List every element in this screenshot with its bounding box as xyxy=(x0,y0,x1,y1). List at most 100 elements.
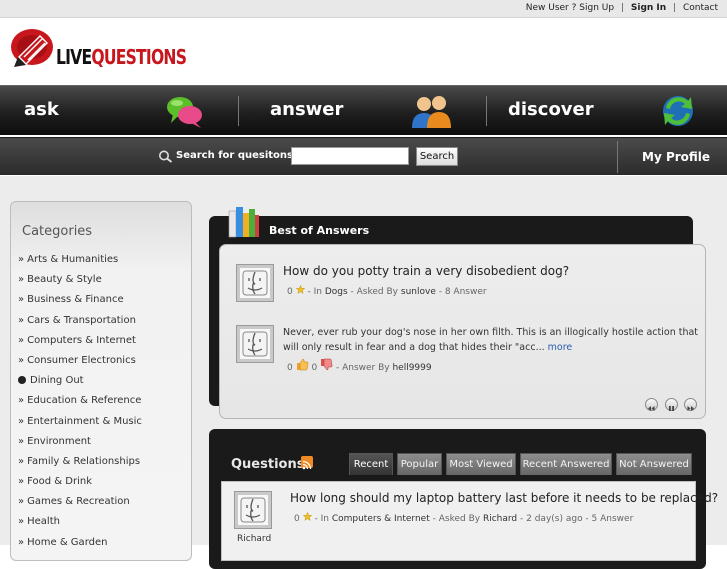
category-item[interactable]: » Cars & Transportation xyxy=(18,315,142,335)
search-input[interactable] xyxy=(291,147,409,165)
category-link[interactable]: Dogs xyxy=(325,287,348,297)
top-links: New User ? Sign Up | Sign In | Contact xyxy=(526,3,718,13)
profile-separator xyxy=(617,141,618,173)
logo-text-live: LIVE xyxy=(56,45,92,69)
category-item[interactable]: » Arts & Humanities xyxy=(18,254,142,274)
tab-most-viewed[interactable]: Most Viewed xyxy=(446,453,516,475)
category-label: Entertainment & Music xyxy=(27,415,142,427)
category-label: Games & Recreation xyxy=(27,496,130,508)
search-label: Search for quesitons : xyxy=(176,150,301,161)
thumbs-down-icon[interactable] xyxy=(320,358,333,371)
avatar[interactable] xyxy=(236,264,274,302)
my-profile-link[interactable]: My Profile xyxy=(642,150,710,164)
answer-excerpt: Never, ever rub your dog's nose in her o… xyxy=(283,327,699,353)
sign-in-link[interactable]: Sign In xyxy=(631,3,666,13)
category-label: Environment xyxy=(27,435,91,447)
thumbs-up-icon[interactable] xyxy=(296,358,309,371)
main-nav: ask answer discover xyxy=(0,85,727,135)
mac-face-icon xyxy=(240,497,266,523)
answer-by-label: - Answer By xyxy=(335,363,390,373)
nav-separator xyxy=(238,96,239,126)
user-link[interactable]: sunlove xyxy=(401,287,436,297)
category-bullet: » xyxy=(18,395,25,407)
category-item[interactable]: » Home & Garden xyxy=(18,537,142,557)
site-logo[interactable]: LIVEQUESTIONS xyxy=(10,27,210,69)
fast-forward-icon xyxy=(687,406,694,411)
category-item[interactable]: » Health xyxy=(18,516,142,536)
category-label: Consumer Electronics xyxy=(27,354,136,366)
question-title[interactable]: How long should my laptop battery last b… xyxy=(290,491,718,505)
avatar[interactable] xyxy=(236,325,274,363)
category-label: Dining Out xyxy=(30,375,84,387)
active-dot-icon xyxy=(18,376,26,385)
avatar-username[interactable]: Richard xyxy=(237,534,271,544)
separator: | xyxy=(673,3,677,13)
category-bullet: » xyxy=(18,334,25,346)
rss-icon[interactable] xyxy=(301,456,313,470)
best-answer-meta: 0 0 - Answer By hell9999 xyxy=(287,358,432,373)
category-label: Health xyxy=(27,516,60,528)
category-item[interactable]: » Business & Finance xyxy=(18,294,142,314)
best-question-title[interactable]: How do you potty train a very disobedien… xyxy=(283,264,569,278)
category-bullet: » xyxy=(18,314,25,326)
category-item[interactable]: » Family & Relationships xyxy=(18,456,142,476)
category-item[interactable]: » Beauty & Style xyxy=(18,274,142,294)
nav-discover[interactable]: discover xyxy=(508,86,594,136)
chat-bubbles-icon xyxy=(167,97,202,128)
category-link[interactable]: Computers & Internet xyxy=(332,514,430,524)
asked-by-label: - Asked By xyxy=(350,287,399,297)
avatar[interactable] xyxy=(234,491,272,529)
category-bullet: » xyxy=(18,294,25,306)
top-links-bar: New User ? Sign Up | Sign In | Contact xyxy=(0,0,727,18)
thumbs-down-count: 0 xyxy=(311,363,318,373)
category-item[interactable]: » Games & Recreation xyxy=(18,496,142,516)
category-item[interactable]: » Education & Reference xyxy=(18,395,142,415)
sign-up-link[interactable]: Sign Up xyxy=(579,3,614,13)
question-meta: 0 - In Computers & Internet - Asked By R… xyxy=(294,512,633,524)
tab-not-answered[interactable]: Not Answered xyxy=(616,453,692,475)
next-button[interactable] xyxy=(684,398,697,411)
category-label: Cars & Transportation xyxy=(27,314,136,326)
category-bullet: » xyxy=(18,435,25,447)
prev-button[interactable] xyxy=(645,398,658,411)
mac-face-icon xyxy=(242,270,268,296)
category-bullet: » xyxy=(18,354,25,366)
category-item[interactable]: » Entertainment & Music xyxy=(18,416,142,436)
category-item[interactable]: » Consumer Electronics xyxy=(18,355,142,375)
user-link[interactable]: Richard xyxy=(483,514,517,524)
category-bullet: » xyxy=(18,536,25,548)
category-bullet: » xyxy=(18,496,25,508)
category-label: Beauty & Style xyxy=(27,274,102,286)
nav-ask[interactable]: ask xyxy=(24,86,59,136)
thumbs-up-count: 0 xyxy=(287,363,293,373)
category-label: Family & Relationships xyxy=(27,455,141,467)
more-link[interactable]: more xyxy=(548,342,573,353)
nav-answer[interactable]: answer xyxy=(270,86,343,136)
category-label: Business & Finance xyxy=(27,294,124,306)
tab-popular[interactable]: Popular xyxy=(397,453,442,475)
category-item[interactable]: » Computers & Internet xyxy=(18,335,142,355)
magnifier-icon xyxy=(159,150,173,163)
vote-count: 0 xyxy=(294,514,300,524)
category-item[interactable]: » Environment xyxy=(18,436,142,456)
star-icon[interactable] xyxy=(302,512,312,521)
user-link[interactable]: hell9999 xyxy=(392,363,431,373)
star-icon[interactable] xyxy=(295,285,305,294)
category-item-active[interactable]: Dining Out xyxy=(18,375,142,395)
tab-recent[interactable]: Recent xyxy=(349,453,393,475)
category-label: Education & Reference xyxy=(27,395,142,407)
search-button[interactable]: Search xyxy=(416,147,458,166)
in-label: - In xyxy=(314,514,329,524)
category-bullet: » xyxy=(18,254,25,265)
category-label: Food & Drink xyxy=(27,476,92,488)
tab-recent-answered[interactable]: Recent Answered xyxy=(520,453,612,475)
pause-button[interactable] xyxy=(665,398,678,411)
answer-count: - 8 Answer xyxy=(438,287,487,297)
contact-link[interactable]: Contact xyxy=(683,3,718,13)
pause-icon xyxy=(669,406,674,411)
category-item[interactable]: » Food & Drink xyxy=(18,476,142,496)
categories-list: » Arts & Humanities » Beauty & Style » Busi… xyxy=(18,254,142,557)
category-label: Computers & Internet xyxy=(27,334,136,346)
logo-wordmark: LIVEQUESTIONS xyxy=(56,45,187,69)
search-bar: Search for quesitons : Search My Profile xyxy=(0,137,727,175)
